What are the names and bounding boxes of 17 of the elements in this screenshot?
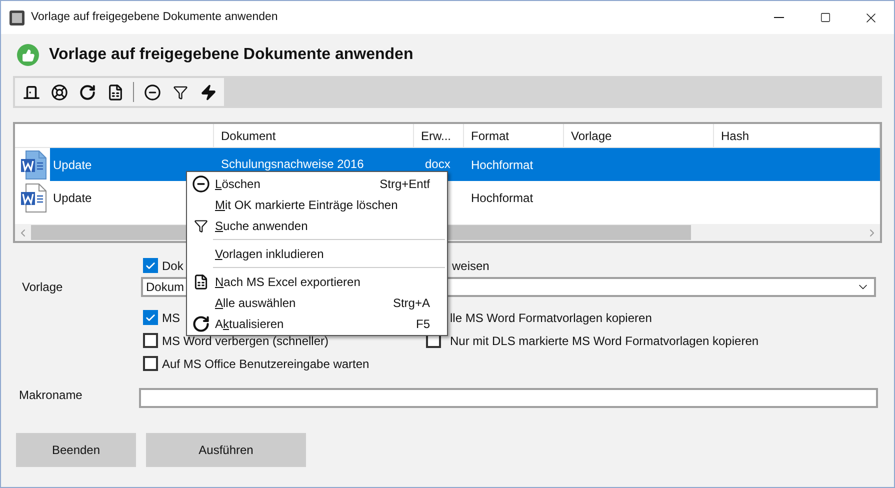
- table-cell: docx: [425, 156, 450, 170]
- checkbox-label: Dok: [162, 258, 184, 274]
- table-cell: Hochformat: [471, 190, 534, 204]
- field-label: Vorlage: [21, 279, 64, 296]
- table-cell-text: Update: [52, 190, 93, 206]
- checkbox-label: weisen: [452, 258, 490, 274]
- table-cell: Schulungsnachweise 2016: [221, 156, 364, 170]
- checkbox-label: MS: [162, 310, 180, 326]
- table-cell-text: Update: [52, 156, 93, 174]
- checkbox-label: MS Word verbergen (schneller): [162, 332, 329, 350]
- table-cell: Hochformat: [471, 158, 534, 172]
- window-title: Vorlage auf freigegebene Dokumente anwenden: [31, 10, 278, 25]
- field-label: Makroname: [18, 387, 84, 404]
- checkbox-label: lle MS Word Formatvorlagen kopieren: [450, 310, 652, 326]
- checkbox-label: Auf MS Office Benutzereingabe warten: [162, 356, 370, 372]
- checkbox-label: Nur mit DLS markierte MS Word Formatvorlagen kopieren: [450, 332, 759, 350]
- page-title: Vorlage auf freigegebene Dokumente anwenden: [49, 45, 414, 65]
